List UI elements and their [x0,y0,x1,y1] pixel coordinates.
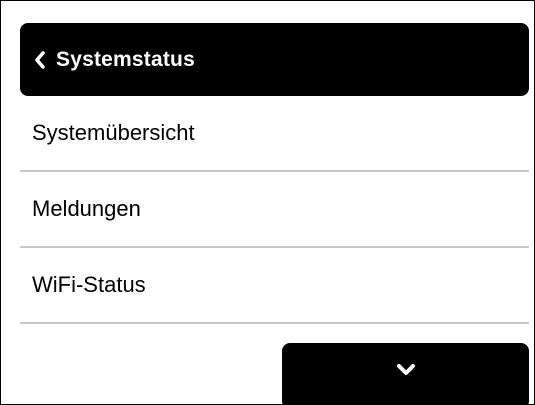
screen-frame: Systemstatus Systemübersicht Meldungen W… [0,0,535,405]
menu-item-systemuebersicht[interactable]: Systemübersicht [20,96,529,172]
menu-item-wifi-status[interactable]: WiFi-Status [20,248,529,324]
scroll-down-button[interactable] [282,343,529,404]
page-title: Systemstatus [56,47,195,71]
back-button[interactable]: Systemstatus [20,23,529,96]
menu-item-meldungen[interactable]: Meldungen [20,172,529,248]
chevron-left-icon [34,50,46,69]
chevron-down-icon [396,363,416,382]
menu-list: Systemübersicht Meldungen WiFi-Status [20,96,529,324]
